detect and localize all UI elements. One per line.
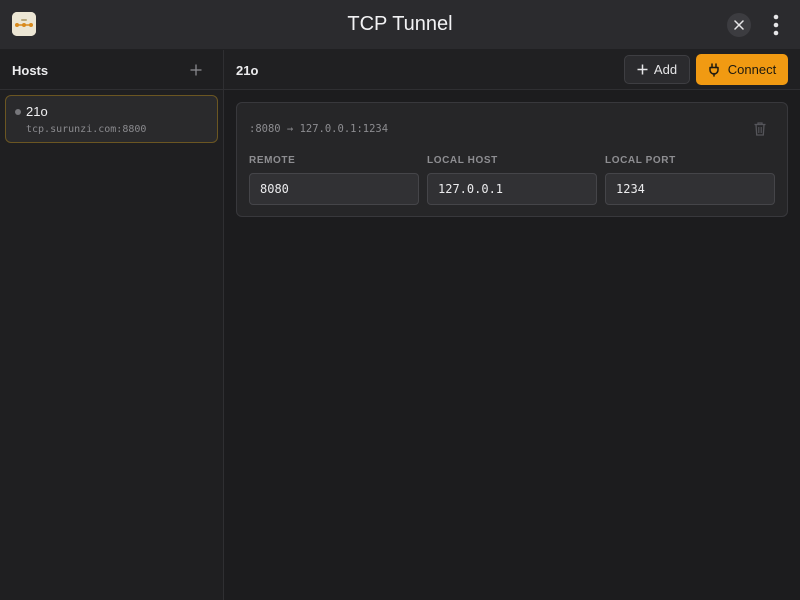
- plug-icon: [709, 62, 719, 77]
- add-tunnel-button[interactable]: Add: [624, 55, 690, 84]
- remote-port-input[interactable]: [249, 173, 419, 205]
- app-icon: [12, 12, 36, 36]
- tunnel-card: :8080 → 127.0.0.1:1234 REMOTE LOCAL HOST…: [236, 102, 788, 217]
- more-menu-button[interactable]: [766, 11, 786, 39]
- local-port-label: LOCAL PORT: [605, 155, 676, 166]
- close-icon: [734, 20, 744, 30]
- local-port-input[interactable]: [605, 173, 775, 205]
- local-host-field: LOCAL HOST: [427, 155, 597, 205]
- sidebar-title: Hosts: [12, 63, 49, 78]
- tunnel-summary: :8080 → 127.0.0.1:1234: [249, 123, 389, 135]
- main-header: 21o Add Connect: [224, 50, 800, 90]
- trash-icon: [754, 122, 766, 136]
- connect-button[interactable]: Connect: [696, 54, 788, 85]
- host-list-item[interactable]: 21o tcp.surunzi.com:8800: [5, 95, 218, 143]
- window-title: TCP Tunnel: [347, 13, 453, 35]
- close-button[interactable]: [727, 13, 751, 37]
- main-panel: 21o Add Connect :8080 → 127.0.0.1:1234 R…: [224, 50, 800, 600]
- sidebar-header: Hosts: [0, 50, 223, 90]
- add-host-button[interactable]: [188, 62, 204, 78]
- local-host-input[interactable]: [427, 173, 597, 205]
- local-host-label: LOCAL HOST: [427, 155, 498, 166]
- remote-field: REMOTE: [249, 155, 419, 205]
- more-vertical-icon: [773, 14, 779, 36]
- add-tunnel-label: Add: [653, 62, 678, 77]
- connect-label: Connect: [727, 62, 777, 77]
- remote-label: REMOTE: [249, 155, 296, 166]
- selected-host-title: 21o: [236, 63, 259, 78]
- plus-icon: [190, 64, 202, 76]
- plus-icon: [637, 64, 648, 75]
- title-bar: TCP Tunnel: [0, 0, 800, 50]
- hosts-sidebar: Hosts 21o tcp.surunzi.com:8800: [0, 50, 224, 600]
- local-port-field: LOCAL PORT: [605, 155, 775, 205]
- delete-tunnel-button[interactable]: [753, 121, 767, 137]
- host-status-indicator: [15, 109, 21, 115]
- host-address: tcp.surunzi.com:8800: [26, 124, 147, 135]
- host-name: 21o: [26, 104, 48, 119]
